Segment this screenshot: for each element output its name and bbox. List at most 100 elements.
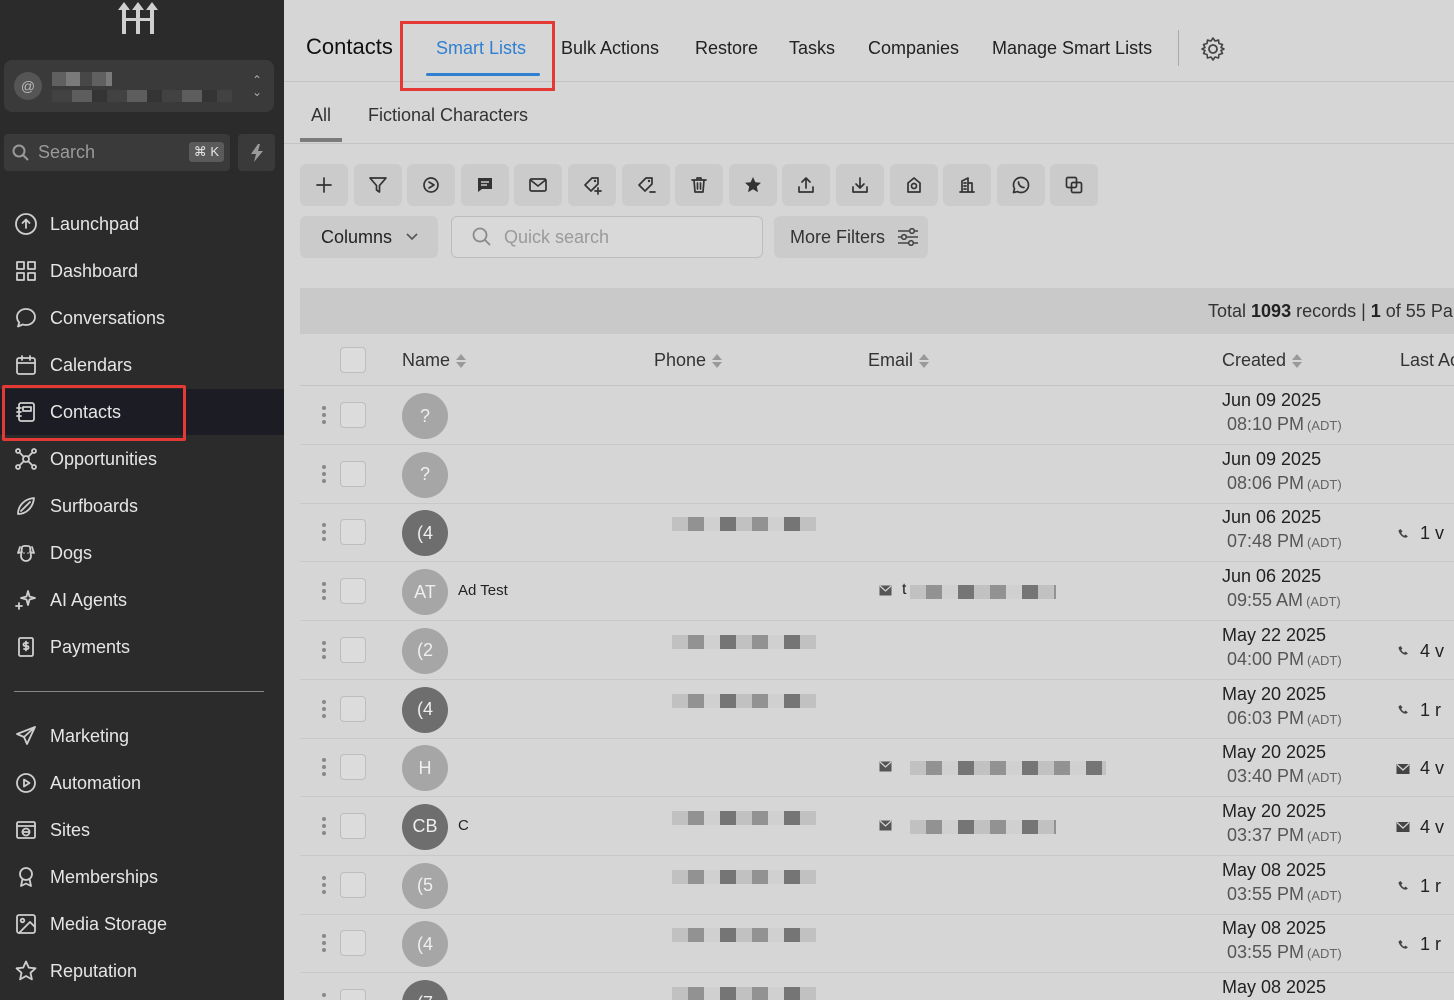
more-filters-button[interactable]: More Filters bbox=[774, 216, 928, 258]
table-row[interactable]: ? Jun 09 2025 08:10 PM (ADT) bbox=[300, 386, 1454, 445]
avatar[interactable]: (5 bbox=[402, 862, 448, 909]
avatar[interactable]: (4 bbox=[402, 921, 448, 968]
account-switcher[interactable]: @ ⌃ ⌄ bbox=[4, 60, 274, 112]
avatar[interactable]: ? bbox=[402, 451, 448, 498]
sidebar-item-conversations[interactable]: Conversations bbox=[0, 295, 284, 341]
subtab-fictional-characters[interactable]: Fictional Characters bbox=[368, 105, 528, 126]
sidebar-item-dogs[interactable]: Dogs bbox=[0, 530, 284, 576]
sidebar-item-media-storage[interactable]: Media Storage bbox=[0, 901, 284, 947]
delete-button[interactable] bbox=[675, 164, 724, 206]
drag-handle-icon[interactable] bbox=[322, 758, 326, 778]
sidebar-item-calendars[interactable]: Calendars bbox=[0, 342, 284, 388]
table-row[interactable]: (2 May 22 2025 04:00 PM (ADT) 4 v bbox=[300, 621, 1454, 680]
columns-button[interactable]: Columns bbox=[300, 216, 438, 258]
table-row[interactable]: ? Jun 09 2025 08:06 PM (ADT) bbox=[300, 445, 1454, 504]
row-checkbox[interactable] bbox=[340, 578, 366, 605]
company-button[interactable] bbox=[943, 164, 992, 206]
row-checkbox[interactable] bbox=[340, 636, 366, 663]
drag-handle-icon[interactable] bbox=[322, 523, 326, 543]
gear-icon[interactable] bbox=[1200, 36, 1226, 62]
contact-name[interactable]: Ad Test bbox=[458, 582, 508, 599]
avatar[interactable]: CB bbox=[402, 803, 448, 850]
row-checkbox[interactable] bbox=[340, 695, 366, 722]
sidebar-item-ai-agents[interactable]: AI Agents bbox=[0, 577, 284, 623]
avatar[interactable]: (4 bbox=[402, 686, 448, 733]
row-checkbox[interactable] bbox=[340, 871, 366, 898]
row-checkbox[interactable] bbox=[340, 989, 366, 1000]
drag-handle-icon[interactable] bbox=[322, 934, 326, 954]
review-button[interactable] bbox=[889, 164, 938, 206]
avatar[interactable]: (4 bbox=[402, 510, 448, 557]
drag-handle-icon[interactable] bbox=[322, 816, 326, 837]
drag-handle-icon[interactable] bbox=[322, 464, 326, 485]
row-checkbox[interactable] bbox=[340, 460, 366, 487]
avatar[interactable]: (7 bbox=[402, 980, 448, 1000]
row-checkbox[interactable] bbox=[340, 519, 366, 546]
sms-button[interactable] bbox=[460, 164, 509, 206]
table-row[interactable]: (4 Jun 06 2025 07:48 PM (ADT) 1 v bbox=[300, 503, 1454, 563]
row-checkbox[interactable] bbox=[340, 754, 366, 781]
drag-handle-icon[interactable] bbox=[322, 406, 326, 426]
row-checkbox[interactable] bbox=[340, 812, 366, 839]
table-row[interactable]: AT Ad Test t Jun 06 2025 09:55 AM (ADT) bbox=[300, 562, 1454, 622]
tab-smart-lists[interactable]: Smart Lists bbox=[436, 38, 526, 59]
sidebar-item-dashboard[interactable]: Dashboard bbox=[0, 248, 284, 294]
row-checkbox[interactable] bbox=[340, 930, 366, 957]
contact-name[interactable]: C bbox=[458, 817, 469, 834]
workflow-button[interactable] bbox=[407, 164, 456, 206]
sidebar-item-automation[interactable]: Automation bbox=[0, 760, 284, 806]
drag-handle-icon[interactable] bbox=[322, 993, 326, 1000]
drag-handle-icon[interactable] bbox=[322, 582, 326, 602]
table-row[interactable]: (4 May 08 2025 03:55 PM (ADT) 1 r bbox=[300, 914, 1454, 974]
export-button[interactable] bbox=[782, 164, 831, 206]
avatar[interactable]: AT bbox=[402, 569, 448, 616]
subtab-underline bbox=[300, 138, 342, 142]
column-header-last-activity[interactable]: Last Ac bbox=[1400, 350, 1454, 371]
avatar[interactable]: (2 bbox=[402, 627, 448, 674]
sidebar-item-contacts[interactable]: Contacts bbox=[0, 385, 284, 441]
tab-tasks[interactable]: Tasks bbox=[789, 38, 835, 59]
tab-restore[interactable]: Restore bbox=[695, 38, 758, 59]
avatar[interactable]: ? bbox=[402, 393, 448, 439]
tab-manage-smart-lists[interactable]: Manage Smart Lists bbox=[992, 38, 1152, 59]
drag-handle-icon[interactable] bbox=[322, 640, 326, 661]
sidebar-item-surfboards[interactable]: Surfboards bbox=[0, 483, 284, 529]
add-tag-button[interactable] bbox=[568, 164, 616, 206]
filter-button[interactable] bbox=[353, 164, 402, 206]
merge-button[interactable] bbox=[1050, 164, 1099, 206]
table-row[interactable]: (5 May 08 2025 03:55 PM (ADT) 1 r bbox=[300, 856, 1454, 915]
quick-search-input[interactable]: Quick search bbox=[451, 216, 763, 258]
quick-actions-button[interactable] bbox=[238, 134, 275, 171]
table-row[interactable]: (4 May 20 2025 06:03 PM (ADT) 1 r bbox=[300, 680, 1454, 739]
subtab-all[interactable]: All bbox=[311, 105, 331, 126]
add-button[interactable] bbox=[300, 164, 348, 206]
star-button[interactable] bbox=[728, 164, 777, 206]
sidebar-item-reputation[interactable]: Reputation bbox=[0, 948, 284, 994]
column-header-name[interactable]: Name bbox=[402, 350, 467, 371]
tab-bulk-actions[interactable]: Bulk Actions bbox=[561, 38, 659, 59]
sidebar-search[interactable]: Search ⌘ K bbox=[4, 134, 230, 171]
sidebar-item-opportunities[interactable]: Opportunities bbox=[0, 436, 284, 482]
table-row[interactable]: H May 20 2025 03:40 PM (ADT) 4 v bbox=[300, 738, 1454, 798]
import-button[interactable] bbox=[836, 164, 884, 206]
sidebar-item-sites[interactable]: Sites bbox=[0, 807, 284, 853]
table-row[interactable]: (7 May 08 2025 bbox=[300, 973, 1454, 1000]
remove-tag-button[interactable] bbox=[621, 164, 670, 206]
drag-handle-icon[interactable] bbox=[322, 875, 326, 896]
select-all-checkbox[interactable] bbox=[340, 347, 366, 373]
drag-handle-icon[interactable] bbox=[322, 699, 326, 720]
sidebar-item-marketing[interactable]: Marketing bbox=[0, 713, 284, 759]
sidebar-item-memberships[interactable]: Memberships bbox=[0, 854, 284, 900]
app-logo-icon bbox=[118, 2, 158, 34]
avatar[interactable]: H bbox=[402, 745, 448, 792]
whatsapp-button[interactable] bbox=[996, 164, 1045, 206]
sidebar-item-payments[interactable]: Payments bbox=[0, 624, 284, 670]
tab-companies[interactable]: Companies bbox=[868, 38, 959, 59]
table-row[interactable]: CB C May 20 2025 03:37 PM (ADT) 4 v bbox=[300, 797, 1454, 856]
row-checkbox[interactable] bbox=[340, 402, 366, 428]
email-button[interactable] bbox=[514, 164, 563, 206]
column-header-phone[interactable]: Phone bbox=[654, 350, 723, 371]
column-header-created[interactable]: Created bbox=[1222, 350, 1303, 371]
sidebar-item-launchpad[interactable]: Launchpad bbox=[0, 201, 284, 247]
column-header-email[interactable]: Email bbox=[868, 350, 930, 371]
